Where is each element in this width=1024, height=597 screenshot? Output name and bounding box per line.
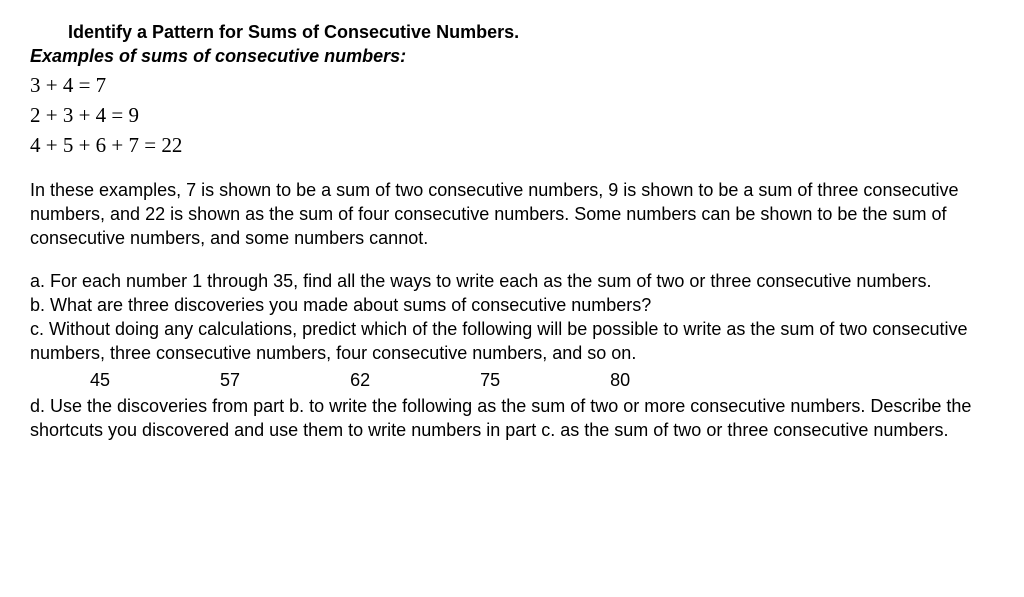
question-c: c. Without doing any calculations, predi…: [30, 317, 994, 366]
number-1: 45: [90, 368, 110, 392]
number-3: 62: [350, 368, 370, 392]
equation-2: 2 + 3 + 4 = 9: [30, 101, 994, 129]
question-a: a. For each number 1 through 35, find al…: [30, 269, 994, 293]
question-b: b. What are three discoveries you made a…: [30, 293, 994, 317]
question-d: d. Use the discoveries from part b. to w…: [30, 394, 994, 443]
explanation-paragraph: In these examples, 7 is shown to be a su…: [30, 178, 994, 251]
number-row: 45 57 62 75 80: [90, 368, 994, 392]
equation-1: 3 + 4 = 7: [30, 71, 994, 99]
number-2: 57: [220, 368, 240, 392]
equation-3: 4 + 5 + 6 + 7 = 22: [30, 131, 994, 159]
number-4: 75: [480, 368, 500, 392]
examples-subtitle: Examples of sums of consecutive numbers:: [30, 44, 994, 68]
number-5: 80: [610, 368, 630, 392]
document-title: Identify a Pattern for Sums of Consecuti…: [68, 20, 994, 44]
